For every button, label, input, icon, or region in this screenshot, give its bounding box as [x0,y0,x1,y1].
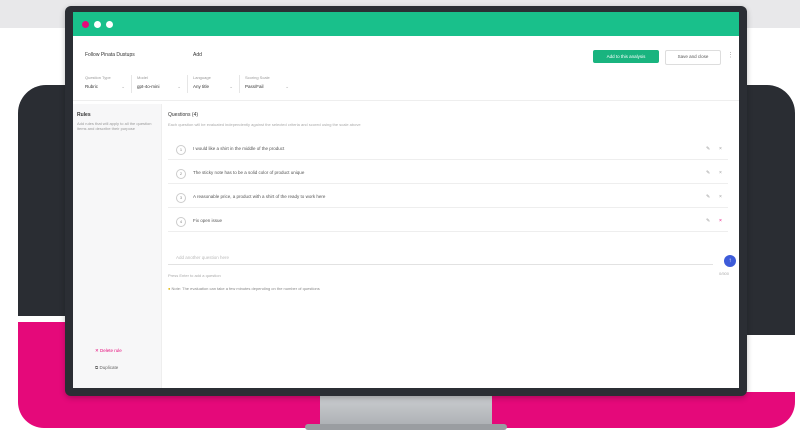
edit-icon[interactable]: ✎ [706,194,710,200]
duplicate-label: Duplicate [99,365,119,370]
page-subtitle: Add [193,52,202,58]
divider [131,75,132,93]
question-text: The sticky note has to be a solid color … [193,170,305,175]
delete-rule-label: Delete rule [100,348,122,353]
filter-question-type[interactable]: Rubric ⌄ [85,82,125,91]
sidebar: Rules Add rules that will apply to all t… [73,104,162,388]
filter-label-scoring-scale: Scoring Scale [245,75,270,80]
question-number: 2 [176,169,186,179]
info-note: ● Note: The evaluation can take a few mi… [168,286,320,291]
close-icon[interactable]: × [719,218,722,224]
page-title: Follow Pinata Dustups [85,52,135,58]
filter-value: Any title [193,84,210,89]
filter-model[interactable]: gpt-4o-mini ⌄ [137,82,181,91]
sidebar-description: Add rules that will apply to all the que… [77,121,152,131]
section-description: Each question will be evaluated independ… [168,122,361,127]
question-text: I would like a shirt in the middle of th… [193,146,285,151]
window-dot-maximize[interactable] [106,21,113,28]
arrow-up-icon: ↑ [728,258,732,264]
question-row[interactable]: 3 A reasonable price, a product with a s… [168,187,728,208]
monitor-stand-base [305,424,507,430]
question-input[interactable]: Add another question here [168,250,713,265]
filter-value: Rubric [85,84,99,89]
duplicate-button[interactable]: ⧉ Duplicate [95,365,118,370]
filter-value: Pass/Fail [245,84,264,89]
delete-rule-button[interactable]: ✕ Delete rule [95,348,122,354]
close-icon[interactable]: × [719,194,722,200]
question-row[interactable]: 2 The sticky note has to be a solid colo… [168,163,728,184]
window-titlebar [73,12,739,36]
send-button[interactable]: ↑ [724,255,736,267]
close-icon[interactable]: × [719,146,722,152]
question-input-placeholder: Add another question here [176,255,230,260]
chevron-down-icon: ⌄ [177,84,181,89]
edit-icon[interactable]: ✎ [706,146,710,152]
filter-label-question-type: Question Type [85,75,111,80]
filter-language[interactable]: Any title ⌄ [193,82,233,91]
header-divider [73,100,739,101]
window-dot-close[interactable] [82,21,89,28]
info-note-text: Note: The evaluation can take a few minu… [171,286,320,291]
edit-icon[interactable]: ✎ [706,218,710,224]
filter-label-language: Language [193,75,211,80]
question-row[interactable]: 1 I would like a shirt in the middle of … [168,139,728,160]
filter-value: gpt-4o-mini [137,84,160,89]
save-and-close-button[interactable]: Save and close [665,50,721,65]
app-screen: Follow Pinata Dustups Add Add to this an… [73,12,739,388]
sidebar-heading: Rules [77,112,91,118]
character-counter: 0/500 [719,271,730,276]
add-to-analysis-button[interactable]: Add to this analysis [593,50,659,63]
question-text: Fix open issue [193,218,223,223]
filter-label-model: Model [137,75,148,80]
chevron-down-icon: ⌄ [121,84,125,89]
divider [239,75,240,93]
more-vertical-icon[interactable]: ⋮ [727,52,734,59]
divider [187,75,188,93]
close-icon[interactable]: × [719,170,722,176]
monitor: Follow Pinata Dustups Add Add to this an… [65,6,747,396]
chevron-down-icon: ⌄ [285,84,289,89]
question-text: A reasonable price, a product with a shi… [193,194,326,199]
edit-icon[interactable]: ✎ [706,170,710,176]
filter-scoring-scale[interactable]: Pass/Fail ⌄ [245,82,289,91]
chevron-down-icon: ⌄ [229,84,233,89]
question-row[interactable]: 4 Fix open issue ✎ × [168,211,728,232]
window-dot-minimize[interactable] [94,21,101,28]
background-dark-panel-right [740,85,795,335]
question-number: 1 [176,145,186,155]
question-number: 3 [176,193,186,203]
question-number: 4 [176,217,186,227]
section-title: Questions (4) [168,112,199,118]
input-hint: Press Enter to add a question [168,273,221,278]
